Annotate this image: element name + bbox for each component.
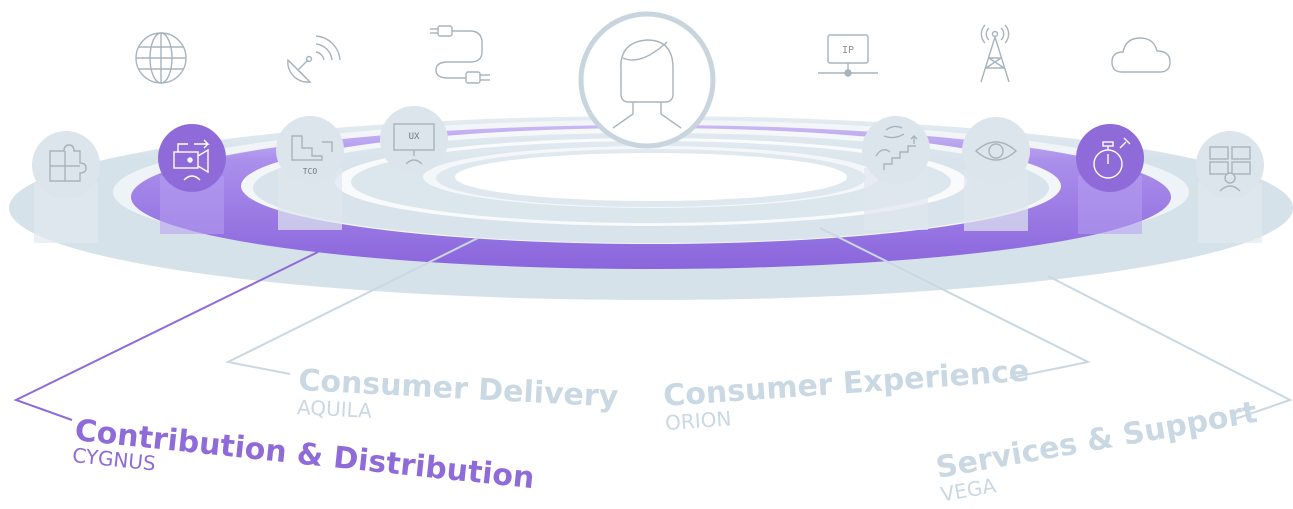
cloud-icon <box>1111 37 1171 73</box>
experience-title: Consumer Experience <box>662 353 1030 413</box>
stopwatch-icon <box>1076 124 1144 234</box>
delivery-subtitle: AQUILA <box>296 395 372 423</box>
label-experience: Consumer Experience ORION <box>662 353 1030 435</box>
satellite-dish-icon <box>287 35 341 83</box>
experience-subtitle: ORION <box>664 406 732 435</box>
ux-monitor-icon: UX <box>380 106 448 174</box>
services-title: Services & Support <box>933 395 1259 486</box>
broadcast-tower-icon <box>980 24 1010 83</box>
label-contribution: Contribution & Distribution CYGNUS <box>71 413 536 496</box>
ip-network-icon: IP <box>818 34 878 77</box>
segment-labels: Contribution & Distribution CYGNUS Consu… <box>71 353 1260 507</box>
ecosystem-diagram: IP TCO UX Contribution & Distribution CY… <box>0 11 1293 507</box>
ux-label: UX <box>409 132 420 142</box>
video-camera-icon <box>158 124 226 234</box>
tco-chart-icon: TCO <box>276 116 344 230</box>
stairs-growth-icon <box>862 116 930 230</box>
tco-label: TCO <box>303 167 318 176</box>
cable-plug-icon <box>430 25 490 84</box>
puzzle-icon <box>32 131 100 243</box>
core-disc <box>455 153 847 201</box>
eye-icon <box>962 117 1030 231</box>
globe-icon <box>135 32 187 84</box>
video-wall-icon <box>1196 131 1264 243</box>
consumer-avatar-icon <box>578 11 716 149</box>
label-delivery: Consumer Delivery AQUILA <box>296 363 619 423</box>
ip-label: IP <box>842 45 854 56</box>
label-services: Services & Support VEGA <box>933 395 1259 507</box>
